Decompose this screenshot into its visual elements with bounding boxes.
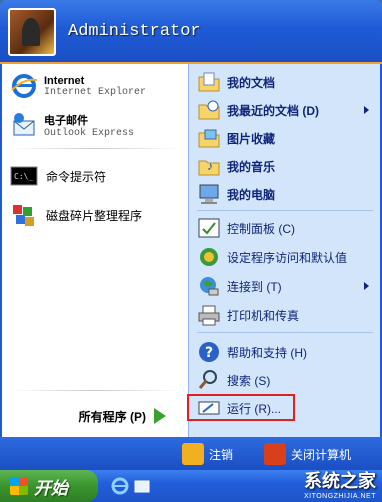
- program-access-icon: [197, 245, 221, 269]
- recent-program-cmd[interactable]: C:\_ 命令提示符: [10, 162, 106, 190]
- pinned-internet[interactable]: Internet Internet Explorer: [10, 72, 146, 100]
- all-programs-separator: [10, 390, 180, 391]
- command-prompt-icon: C:\_: [10, 162, 38, 190]
- item-recent-documents[interactable]: 我最近的文档 (D): [197, 98, 377, 122]
- printer-icon: [197, 303, 221, 327]
- control-panel-icon: [197, 216, 221, 240]
- item-program-access-label: 设定程序访问和默认值: [227, 250, 348, 265]
- internet-explorer-icon: [10, 72, 38, 100]
- shutdown-label: 关闭计算机: [291, 447, 352, 462]
- pinned-email-title: 电子邮件: [44, 114, 88, 127]
- run-highlight-box: [187, 394, 295, 421]
- start-menu-footer: 注销 关闭计算机: [0, 437, 382, 470]
- logoff-button[interactable]: 注销: [182, 443, 233, 465]
- right-pane: 我的文档 我最近的文档 (D) 图片收藏 ♪ 我的音乐 我的电脑 控制面板 (C…: [188, 64, 380, 437]
- outlook-express-icon: [10, 111, 38, 139]
- all-programs-label: 所有程序 (P): [78, 409, 146, 424]
- folder-pictures-icon: [197, 126, 221, 150]
- item-my-computer-label: 我的电脑: [227, 187, 276, 202]
- quicklaunch-ie-icon[interactable]: [110, 476, 130, 496]
- svg-text:C:\_: C:\_: [14, 172, 33, 181]
- pinned-email[interactable]: 电子邮件 Outlook Express: [10, 111, 134, 139]
- left-pane: Internet Internet Explorer 电子邮件 Outlook …: [2, 64, 188, 437]
- pinned-internet-title: Internet: [44, 74, 85, 87]
- right-separator-1: [197, 210, 373, 211]
- right-separator-2: [197, 332, 373, 333]
- all-programs-button[interactable]: 所有程序 (P): [2, 395, 188, 437]
- watermark-url: XITONGZHIJIA.NET: [303, 493, 376, 500]
- item-printers-faxes-label: 打印机和传真: [227, 308, 300, 323]
- item-search[interactable]: 搜索 (S): [197, 368, 270, 392]
- item-my-pictures[interactable]: 图片收藏: [197, 126, 275, 150]
- item-recent-documents-label: 我最近的文档 (D): [227, 103, 319, 118]
- connect-to-icon: [197, 274, 221, 298]
- folder-recent-icon: [197, 98, 221, 122]
- item-help-support-label: 帮助和支持 (H): [227, 345, 307, 360]
- pinned-internet-subtitle: Internet Explorer: [44, 86, 147, 98]
- shutdown-button[interactable]: 关闭计算机: [264, 443, 351, 465]
- pinned-separator: [10, 148, 180, 149]
- windows-logo-icon: [10, 477, 28, 495]
- submenu-arrow-icon: [364, 282, 369, 290]
- start-label: 开始: [34, 478, 68, 498]
- item-program-access[interactable]: 设定程序访问和默认值: [197, 245, 347, 269]
- item-connect-to-label: 连接到 (T): [227, 279, 282, 294]
- user-avatar[interactable]: [8, 8, 56, 56]
- watermark-brand: 系统之家: [304, 471, 376, 491]
- arrow-right-icon: [154, 408, 166, 424]
- my-computer-icon: [197, 182, 221, 206]
- help-icon: ?: [197, 340, 221, 364]
- item-my-music[interactable]: ♪ 我的音乐: [197, 154, 275, 178]
- disk-defragmenter-icon: [10, 201, 38, 229]
- item-help-support[interactable]: ? 帮助和支持 (H): [197, 340, 307, 364]
- submenu-arrow-icon: [364, 106, 369, 114]
- folder-music-icon: ♪: [197, 154, 221, 178]
- start-menu: Administrator Internet Internet Explorer…: [0, 0, 382, 470]
- power-icon: [264, 443, 286, 465]
- folder-documents-icon: [197, 70, 221, 94]
- search-icon: [197, 368, 221, 392]
- item-my-computer[interactable]: 我的电脑: [197, 182, 275, 206]
- logoff-label: 注销: [209, 447, 234, 462]
- quicklaunch-outlook-icon[interactable]: [132, 476, 152, 496]
- start-menu-header: Administrator: [0, 0, 382, 64]
- recent-program-defrag[interactable]: 磁盘碎片整理程序: [10, 201, 142, 229]
- item-my-music-label: 我的音乐: [227, 159, 276, 174]
- item-my-documents-label: 我的文档: [227, 75, 276, 90]
- key-icon: [182, 443, 204, 465]
- svg-text:♪: ♪: [207, 159, 213, 173]
- item-my-documents[interactable]: 我的文档: [197, 70, 275, 94]
- item-control-panel[interactable]: 控制面板 (C): [197, 216, 295, 240]
- recent-program-cmd-label: 命令提示符: [46, 169, 107, 184]
- pinned-email-subtitle: Outlook Express: [44, 127, 135, 139]
- item-control-panel-label: 控制面板 (C): [227, 221, 295, 236]
- svg-text:?: ?: [205, 345, 213, 361]
- recent-program-defrag-label: 磁盘碎片整理程序: [46, 208, 143, 223]
- item-my-pictures-label: 图片收藏: [227, 131, 276, 146]
- item-connect-to[interactable]: 连接到 (T): [197, 274, 377, 298]
- watermark: 系统之家 XITONGZHIJIA.NET: [304, 467, 376, 500]
- username-label: Administrator: [68, 22, 201, 41]
- item-printers-faxes[interactable]: 打印机和传真: [197, 303, 299, 327]
- item-search-label: 搜索 (S): [227, 373, 271, 388]
- start-button[interactable]: 开始: [0, 470, 98, 502]
